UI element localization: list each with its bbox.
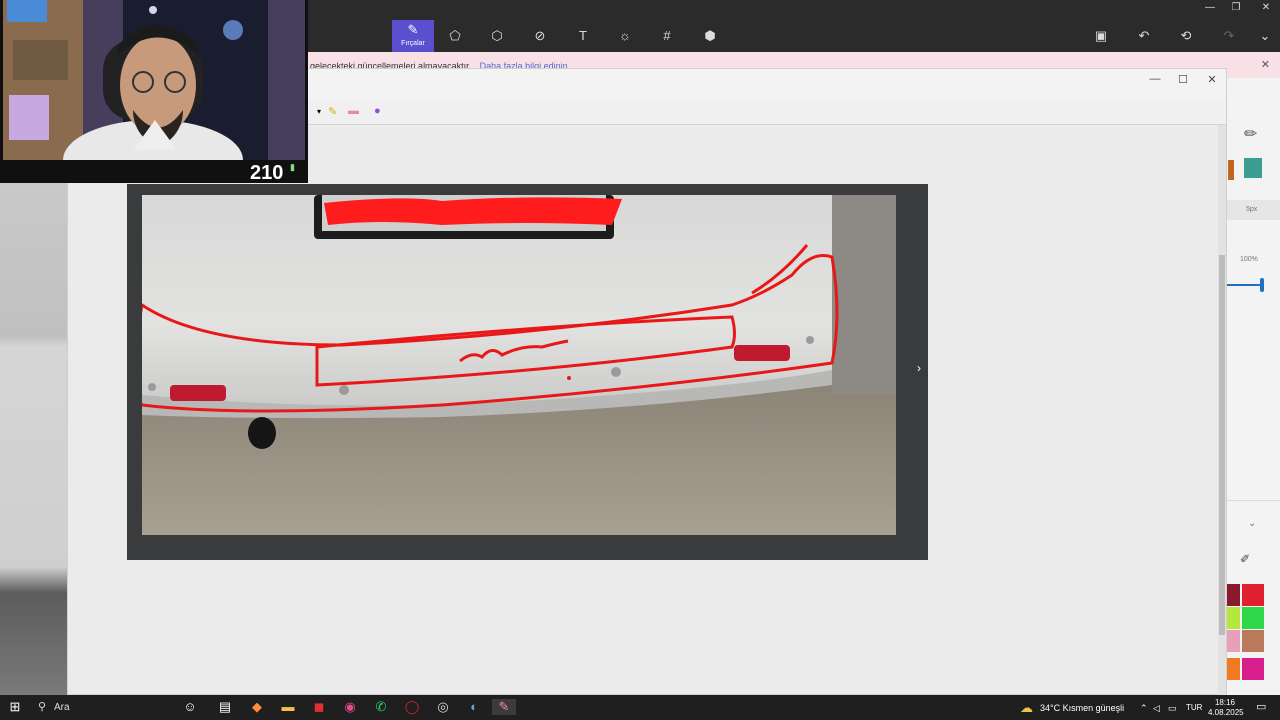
color-swatch[interactable] xyxy=(1226,584,1240,606)
history-icon: ⟲ xyxy=(1180,28,1192,43)
crayon-brush-icon[interactable] xyxy=(1228,160,1234,180)
color-swatch[interactable] xyxy=(1242,584,1264,606)
color-swatch[interactable] xyxy=(1226,630,1240,652)
opacity-value: 100% xyxy=(1240,256,1258,263)
brushes-tool-button[interactable]: ✎ Fırçalar xyxy=(392,20,434,52)
color-swatch[interactable] xyxy=(1242,630,1264,652)
highlighter-icon[interactable]: ✎ xyxy=(328,105,337,118)
undo-icon: ↶ xyxy=(1138,28,1150,43)
next-photo-arrow-icon[interactable]: › xyxy=(917,361,921,375)
stickers-tool-button[interactable]: ⊘ xyxy=(519,20,561,52)
brush-icon: ✎ xyxy=(407,22,419,37)
webcam-feed xyxy=(3,0,305,160)
notification-icon[interactable]: ▭ xyxy=(1256,700,1266,713)
webcam-overlay: 210 ▮ xyxy=(0,0,308,184)
paste-icon: ▣ xyxy=(1094,28,1108,43)
viewer-count: 210 xyxy=(250,162,284,184)
color-swatch[interactable] xyxy=(1242,658,1264,680)
close-button[interactable]: ✕ xyxy=(1252,2,1280,13)
redo-button[interactable]: ↷ xyxy=(1218,28,1240,44)
obs-icon[interactable]: ◎ xyxy=(431,699,455,715)
canvas-icon: # xyxy=(663,28,671,43)
vertical-scrollbar[interactable] xyxy=(1218,125,1226,695)
background-blur xyxy=(0,183,67,695)
expand-button[interactable]: ⌄ xyxy=(1254,28,1276,44)
library-tool-button[interactable]: ⬢ xyxy=(689,20,731,52)
brushes-label: Fırçalar xyxy=(401,40,425,47)
color-swatch[interactable] xyxy=(1226,658,1240,680)
pencil-brush-icon[interactable]: ✏ xyxy=(1244,124,1257,144)
cortana-avatar[interactable]: ☺ xyxy=(178,699,202,714)
text-icon: T xyxy=(579,28,587,43)
effects-tool-button[interactable]: ☼ xyxy=(604,20,646,52)
eraser-icon[interactable]: ▬ xyxy=(348,105,359,117)
volume-icon[interactable]: ◁ xyxy=(1153,703,1160,714)
restore-button[interactable]: ❐ xyxy=(1222,2,1250,13)
start-button[interactable]: ⊞ xyxy=(3,699,27,715)
language-indicator[interactable]: TUR xyxy=(1186,703,1202,712)
redo-icon: ↷ xyxy=(1223,28,1235,43)
photo-frame xyxy=(127,184,928,560)
search-label: Ara xyxy=(54,702,70,713)
cube-icon: ⬡ xyxy=(491,28,503,43)
tray-overflow-icon[interactable]: ⌃ xyxy=(1140,703,1148,714)
opacity-slider-thumb[interactable] xyxy=(1260,278,1264,292)
paste-button[interactable]: ▣ xyxy=(1090,28,1112,44)
shapes-2d-tool-button[interactable]: ⬠ xyxy=(434,20,476,52)
thickness-value: 5px xyxy=(1246,206,1258,213)
sticker-icon: ⊘ xyxy=(534,28,546,43)
file-explorer-icon[interactable]: ▬ xyxy=(276,699,300,714)
undo-button[interactable]: ↶ xyxy=(1133,28,1155,44)
opacity-slider[interactable] xyxy=(1226,284,1262,286)
chevron-down-icon[interactable]: ⌄ xyxy=(1248,518,1256,529)
task-view-icon: ▤ xyxy=(218,699,232,714)
photos-minimize-button[interactable]: — xyxy=(1141,73,1169,85)
car-bumper-photo xyxy=(142,195,896,535)
minimize-button[interactable]: — xyxy=(1196,2,1224,13)
brush-side-panel: ✏ 5px 100% ⌄ ✐ xyxy=(1226,78,1280,696)
expand-icon: ⌄ xyxy=(1259,28,1271,43)
text-tool-button[interactable]: T xyxy=(562,20,604,52)
eyedropper-icon[interactable]: ✐ xyxy=(1240,552,1250,566)
opera-icon[interactable]: ◯ xyxy=(400,699,424,715)
dropdown-icon[interactable]: ▾ xyxy=(317,107,321,116)
instagram-icon[interactable]: ◉ xyxy=(338,699,362,715)
taskbar: ⊞ ⚲ Ara ☺ ▤ ◆ ▬ ◼ ◉ ✆ ◯ ◎ ◐ ✎ ☁ 34°C Kıs… xyxy=(0,695,1280,720)
task-view-button[interactable]: ▤ xyxy=(213,699,237,715)
pen-color-icon[interactable]: ● xyxy=(374,105,381,117)
color-swatch[interactable] xyxy=(1242,607,1264,629)
color-swatch[interactable] xyxy=(1226,607,1240,629)
effects-icon: ☼ xyxy=(619,28,631,43)
app-red-icon[interactable]: ◼ xyxy=(307,699,331,715)
thickness-field[interactable]: 5px xyxy=(1226,200,1280,220)
windows-icon: ⊞ xyxy=(9,699,21,714)
viewer-badge-icon: ▮ xyxy=(290,162,295,172)
clock-time: 18:16 xyxy=(1214,698,1236,707)
shapes-2d-icon: ⬠ xyxy=(449,28,461,43)
streamer-illustration xyxy=(3,0,305,160)
photos-close-button[interactable]: ✕ xyxy=(1198,73,1226,86)
network-icon[interactable]: ▭ xyxy=(1168,703,1177,714)
photos-maximize-button[interactable]: ☐ xyxy=(1169,73,1197,86)
shapes-3d-tool-button[interactable]: ⬡ xyxy=(476,20,518,52)
photo-illustration xyxy=(142,195,896,535)
canvas-tool-button[interactable]: # xyxy=(646,20,688,52)
weather-icon: ☁ xyxy=(1020,700,1033,715)
app-drop-icon[interactable]: ◆ xyxy=(245,699,269,715)
panel-divider xyxy=(1226,500,1280,501)
scroll-thumb[interactable] xyxy=(1219,255,1225,635)
banner-close-icon[interactable]: ✕ xyxy=(1261,58,1270,71)
taskbar-search[interactable]: ⚲ Ara xyxy=(34,695,174,720)
search-icon: ⚲ xyxy=(38,701,47,713)
history-button[interactable]: ⟲ xyxy=(1175,28,1197,44)
whatsapp-icon[interactable]: ✆ xyxy=(369,699,393,715)
fill-bucket-icon[interactable] xyxy=(1244,158,1262,178)
weather-text[interactable]: 34°C Kısmen güneşli xyxy=(1040,703,1124,713)
library-icon: ⬢ xyxy=(704,28,716,43)
paint3d-taskbar-icon[interactable]: ✎ xyxy=(492,699,516,715)
steam-icon[interactable]: ◐ xyxy=(462,699,486,714)
clock[interactable]: 18:16 4.08.2025 xyxy=(1208,698,1244,718)
clock-date: 4.08.2025 xyxy=(1208,708,1244,717)
